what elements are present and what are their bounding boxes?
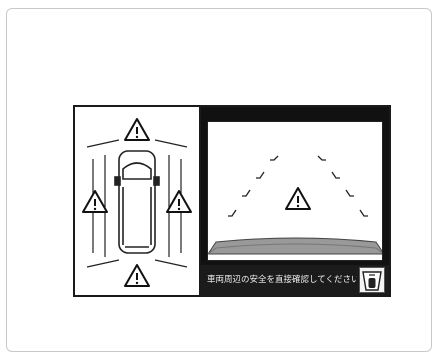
status-bar: 車両周辺の安全を直接確認してください (201, 265, 389, 295)
camera-view-switch-icon (362, 271, 382, 291)
warning-icon-front (124, 118, 150, 141)
view-switch-button[interactable] (359, 267, 385, 293)
warning-icon-camera (285, 187, 311, 210)
front-camera-panel: 車両周辺の安全を直接確認してください (201, 107, 389, 295)
monitor-screen: 車両周辺の安全を直接確認してください (73, 105, 391, 297)
safety-message: 車両周辺の安全を直接確認してください (207, 275, 357, 285)
figure-frame: 車両周辺の安全を直接確認してください (6, 8, 432, 352)
top-down-view (75, 107, 201, 295)
camera-view (207, 121, 383, 261)
warning-icon-rear (124, 264, 150, 287)
vehicle-icon (114, 150, 160, 254)
warning-icon-left (82, 190, 108, 213)
warning-icon-right (166, 190, 192, 213)
